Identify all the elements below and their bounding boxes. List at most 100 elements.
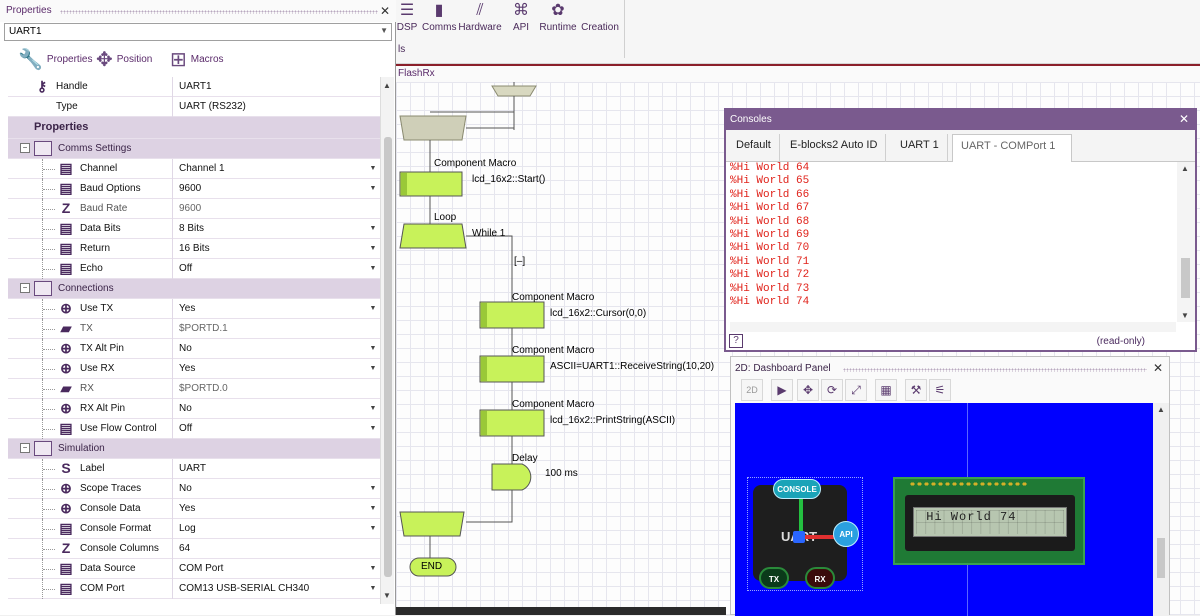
properties-title-bar[interactable]: Properties ✕ xyxy=(0,0,396,22)
close-icon[interactable]: ✕ xyxy=(1179,112,1189,126)
axis-z-handle[interactable] xyxy=(793,531,805,543)
property-row[interactable]: ⊕ Use RX Yes ▼ xyxy=(8,359,380,379)
scroll-up-icon[interactable]: ▲ xyxy=(1181,164,1189,173)
chevron-down-icon[interactable]: ▼ xyxy=(366,560,380,577)
property-row[interactable]: ▤ Data Bits 8 Bits ▼ xyxy=(8,219,380,239)
chevron-down-icon[interactable]: ▼ xyxy=(366,420,380,437)
ribbon-api-button[interactable]: ⌘ API xyxy=(508,0,534,33)
property-row[interactable]: ▰ RX $PORTD.0 xyxy=(8,379,380,399)
property-row[interactable]: ▤ Echo Off ▼ xyxy=(8,259,380,279)
collapse-icon[interactable]: − xyxy=(20,443,30,453)
resize-icon[interactable]: ⤢ xyxy=(845,379,867,401)
document-tab[interactable]: FlashRx xyxy=(398,68,435,79)
tab-properties[interactable]: 🔧 Properties xyxy=(18,44,92,74)
scrollbar-thumb[interactable] xyxy=(1157,538,1165,578)
property-value[interactable]: UART xyxy=(172,459,380,479)
property-value[interactable]: No xyxy=(172,339,380,359)
console-horizontal-scrollbar[interactable] xyxy=(730,322,1176,332)
flow-macro-block[interactable] xyxy=(399,171,463,197)
component-select[interactable]: UART1 ▼ xyxy=(4,23,392,41)
property-value[interactable]: Channel 1 xyxy=(172,159,380,179)
close-icon[interactable]: ✕ xyxy=(380,4,390,18)
property-row[interactable]: ⊕ Console Data Yes ▼ xyxy=(8,499,380,519)
ribbon-comms-button[interactable]: ▮ Comms xyxy=(422,0,456,33)
api-port-bubble[interactable]: API xyxy=(833,521,859,547)
property-row[interactable]: ▤ Data Source COM Port ▼ xyxy=(8,559,380,579)
chevron-down-icon[interactable]: ▼ xyxy=(366,260,380,277)
property-value[interactable]: COM13 USB-SERIAL CH340 xyxy=(172,579,380,599)
property-row[interactable]: ▰ TX $PORTD.1 xyxy=(8,319,380,339)
property-value[interactable]: COM Port xyxy=(172,559,380,579)
scrollbar-thumb[interactable] xyxy=(384,137,392,577)
property-row[interactable]: S Label UART xyxy=(8,459,380,479)
flow-collapse-toggle[interactable]: [–] xyxy=(514,256,525,267)
probe-icon[interactable]: ⚟ xyxy=(929,379,951,401)
pointer-icon[interactable]: ▶ xyxy=(771,379,793,401)
property-row[interactable]: ▤ Use Flow Control Off ▼ xyxy=(8,419,380,439)
canvas-scrollbar[interactable] xyxy=(396,607,726,615)
scroll-down-icon[interactable]: ▼ xyxy=(1181,311,1189,320)
chevron-down-icon[interactable]: ▼ xyxy=(366,520,380,537)
chevron-down-icon[interactable]: ▼ xyxy=(366,160,380,177)
ribbon-hardware-button[interactable]: ⫽ Hardware xyxy=(458,0,502,33)
flow-call-block[interactable] xyxy=(399,115,467,141)
property-value[interactable]: Yes xyxy=(172,299,380,319)
chevron-down-icon[interactable]: ▼ xyxy=(366,360,380,377)
scroll-up-icon[interactable]: ▲ xyxy=(1157,405,1165,414)
property-value[interactable]: No xyxy=(172,479,380,499)
collapse-icon[interactable]: − xyxy=(20,143,30,153)
property-value[interactable]: 9600 xyxy=(172,179,380,199)
2d-view-icon[interactable]: 2D xyxy=(741,379,763,401)
property-row[interactable]: ⊕ RX Alt Pin No ▼ xyxy=(8,399,380,419)
property-value[interactable]: Off xyxy=(172,259,380,279)
console-vertical-scrollbar[interactable]: ▲ ▼ xyxy=(1177,162,1195,322)
flow-start-block[interactable] xyxy=(491,85,537,97)
property-value[interactable]: 64 xyxy=(172,539,380,559)
property-row-handle[interactable]: ⚷ Handle UART1 xyxy=(8,77,380,97)
property-row[interactable]: ⊕ Scope Traces No ▼ xyxy=(8,479,380,499)
console-port-bubble[interactable]: CONSOLE xyxy=(773,479,821,499)
property-row[interactable]: ▤ Channel Channel 1 ▼ xyxy=(8,159,380,179)
console-output[interactable]: %Hi World 64 %Hi World 65 %Hi World 66 %… xyxy=(730,162,1172,320)
chevron-down-icon[interactable]: ▼ xyxy=(366,300,380,317)
flow-macro-block[interactable] xyxy=(479,355,545,383)
property-value[interactable]: Yes xyxy=(172,499,380,519)
ribbon-dsp-button[interactable]: ☰ DSP xyxy=(396,0,418,33)
section-comms-settings[interactable]: − Comms Settings xyxy=(8,139,380,159)
property-row[interactable]: ▤ COM Port COM13 USB-SERIAL CH340 ▼ xyxy=(8,579,380,599)
property-row[interactable]: ▤ Console Format Log ▼ xyxy=(8,519,380,539)
chevron-down-icon[interactable]: ▼ xyxy=(366,340,380,357)
properties-scrollbar[interactable]: ▲ ▼ xyxy=(380,77,394,604)
scroll-down-icon[interactable]: ▼ xyxy=(383,591,391,600)
scrollbar-thumb[interactable] xyxy=(1181,258,1190,298)
flow-macro-block[interactable] xyxy=(479,301,545,329)
scroll-up-icon[interactable]: ▲ xyxy=(383,81,391,90)
property-value[interactable]: 8 Bits xyxy=(172,219,380,239)
property-value[interactable]: UART1 xyxy=(172,77,380,97)
collapse-icon[interactable]: − xyxy=(20,283,30,293)
tab-default[interactable]: Default xyxy=(728,134,780,162)
property-value[interactable]: Log xyxy=(172,519,380,539)
property-row[interactable]: Z Baud Rate 9600 xyxy=(8,199,380,219)
consoles-title-bar[interactable]: Consoles ✕ xyxy=(726,110,1195,130)
property-value[interactable]: UART (RS232) xyxy=(172,97,380,117)
chevron-down-icon[interactable]: ▼ xyxy=(366,400,380,417)
tab-position[interactable]: ✥ Position xyxy=(96,44,152,74)
chevron-down-icon[interactable]: ▼ xyxy=(366,180,380,197)
tab-uart-comport-1[interactable]: UART - COMPort 1 xyxy=(952,134,1072,162)
tab-uart-1[interactable]: UART 1 xyxy=(892,134,948,162)
flow-macro-block[interactable] xyxy=(479,409,545,437)
chevron-down-icon[interactable]: ▼ xyxy=(366,580,380,597)
property-row-type[interactable]: Type UART (RS232) xyxy=(8,97,380,117)
wrench-icon[interactable]: ⚒ xyxy=(905,379,927,401)
ribbon-creation-button[interactable]: Creation xyxy=(580,0,620,33)
close-icon[interactable]: ✕ xyxy=(1153,361,1163,375)
ribbon-runtime-button[interactable]: ✿ Runtime xyxy=(538,0,578,33)
tab-macros[interactable]: ⊞ Macros xyxy=(170,44,224,74)
section-simulation[interactable]: − Simulation xyxy=(8,439,380,459)
property-value[interactable]: No xyxy=(172,399,380,419)
help-icon[interactable]: ? xyxy=(729,334,743,348)
property-row[interactable]: ⊕ TX Alt Pin No ▼ xyxy=(8,339,380,359)
property-value[interactable]: Yes xyxy=(172,359,380,379)
property-row[interactable]: ▤ Return 16 Bits ▼ xyxy=(8,239,380,259)
